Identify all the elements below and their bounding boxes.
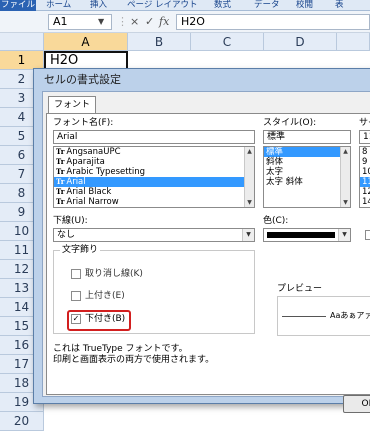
tab-home[interactable]: ホーム [46,0,71,11]
list-item[interactable]: Tr Aparajita [54,157,254,167]
column-header-a[interactable]: A [44,33,128,51]
font-tab-page: フォント名(F): Arial Tr AngsanaUPC Tr Aparajita… [46,113,370,413]
formula-bar: A1 ▼ ⋮ × ✓ fx H2O [0,11,370,33]
ribbon-tab-bar: ファイル ホーム 挿入 ページ レイアウト 数式 データ 校閲 表 [0,0,370,11]
style-list[interactable]: 標準 斜体 太字 太字 斜体 ▲ ▼ [263,146,351,208]
size-label: サイ [359,118,370,128]
cancel-icon[interactable]: × [130,14,139,30]
superscript-checkbox[interactable] [71,291,81,301]
list-item[interactable]: 9 [360,157,370,167]
tab-view[interactable]: 表 [335,0,344,11]
preview-baseline-left [282,316,326,317]
column-header-c[interactable]: C [191,33,264,51]
excel-window: ファイル ホーム 挿入 ページ レイアウト 数式 データ 校閲 表 A1 ▼ ⋮… [0,0,370,435]
list-item[interactable]: 太字 斜体 [264,177,350,187]
truetype-icon: Tr [56,177,65,186]
style-label: スタイル(O): [263,118,317,128]
tab-file[interactable]: ファイル [0,0,36,11]
font-name-list[interactable]: Tr AngsanaUPC Tr Aparajita Tr Arabic Typese… [53,146,255,208]
underline-value: なし [57,230,76,240]
scroll-up-icon[interactable]: ▲ [341,147,350,156]
formula-input[interactable]: H2O [176,14,370,30]
font-name-label: フォント名(F): [53,118,114,128]
strikethrough-checkbox[interactable] [71,269,81,279]
list-item[interactable]: Tr Arial Narrow [54,197,254,207]
subscript-highlight [67,310,131,331]
name-box-dropdown-icon[interactable]: ▼ [98,14,104,30]
preview-title: プレビュー [277,284,323,294]
preview-text: Aaあぁアァ亜 [330,311,370,320]
underline-label: 下線(U): [53,216,88,226]
truetype-icon: Tr [56,197,65,206]
tab-data[interactable]: データ [254,0,280,11]
tab-insert[interactable]: 挿入 [90,0,107,11]
truetype-icon: Tr [56,147,65,156]
tab-formulas[interactable]: 数式 [214,0,231,11]
font-name-input[interactable]: Arial [53,130,255,144]
scroll-up-icon[interactable]: ▲ [245,147,254,156]
preview-box: Aaあぁアァ亜 [277,296,370,336]
list-item[interactable]: 12 [360,187,370,197]
chevron-down-icon[interactable]: ▼ [338,229,350,241]
size-input[interactable]: 11 [359,130,370,144]
font-info-line1: これは TrueType フォントです。 [53,344,188,354]
enter-icon[interactable]: ✓ [145,14,154,30]
list-item[interactable]: 14 [360,197,370,207]
chevron-down-icon[interactable]: ▼ [242,229,254,241]
ok-button[interactable]: OK [343,395,370,413]
select-all-corner[interactable] [0,33,44,51]
list-item[interactable]: 斜体 [264,157,350,167]
list-item[interactable]: Tr Arabic Typesetting [54,167,254,177]
list-item[interactable]: 8 [360,147,370,157]
effects-title: 文字飾り [60,245,101,256]
tab-page-layout[interactable]: ページ レイアウト [127,0,198,11]
list-item[interactable]: 10 [360,167,370,177]
color-select[interactable]: ▼ [263,228,351,242]
truetype-icon: Tr [56,157,65,166]
scroll-down-icon[interactable]: ▼ [341,198,350,207]
list-item-selected[interactable]: 11 [360,177,370,187]
size-list[interactable]: 8 9 10 11 12 14 [359,146,370,208]
superscript-label[interactable]: 上付き(E) [85,291,125,302]
truetype-icon: Tr [56,167,65,176]
color-label: 色(C): [263,216,289,226]
tab-font[interactable]: フォント [48,96,96,114]
style-input[interactable]: 標準 [263,130,351,144]
dialog-title[interactable]: セルの書式設定 [34,69,370,91]
list-item[interactable]: Tr Arial Black [54,187,254,197]
list-item-selected[interactable]: Tr Arial [54,177,254,187]
column-header-d[interactable]: D [264,33,337,51]
strikethrough-label[interactable]: 取り消し線(K) [85,269,143,280]
style-list-scrollbar[interactable]: ▲ ▼ [340,147,350,207]
column-header-b[interactable]: B [128,33,191,51]
list-item[interactable]: 太字 [264,167,350,177]
truetype-icon: Tr [56,187,65,196]
normal-font-checkbox[interactable] [365,230,370,240]
scroll-down-icon[interactable]: ▼ [245,198,254,207]
color-swatch [267,232,335,238]
font-list-scrollbar[interactable]: ▲ ▼ [244,147,254,207]
column-header-e[interactable] [337,33,370,51]
tab-review[interactable]: 校閲 [296,0,313,11]
list-item-selected[interactable]: 標準 [264,147,350,157]
list-item[interactable]: Tr AngsanaUPC [54,147,254,157]
underline-select[interactable]: なし ▼ [53,228,255,242]
font-info-line2: 印刷と画面表示の両方で使用されます。 [53,355,215,365]
format-cells-dialog: セルの書式設定 フォント フォント名(F): Arial Tr AngsanaUP… [33,68,370,413]
dialog-body: フォント フォント名(F): Arial Tr AngsanaUPC Tr Apar… [42,91,370,413]
row-header[interactable]: 20 [0,412,44,431]
insert-function-icon[interactable]: fx [159,14,169,30]
separator-icon: ⋮ [117,15,128,28]
